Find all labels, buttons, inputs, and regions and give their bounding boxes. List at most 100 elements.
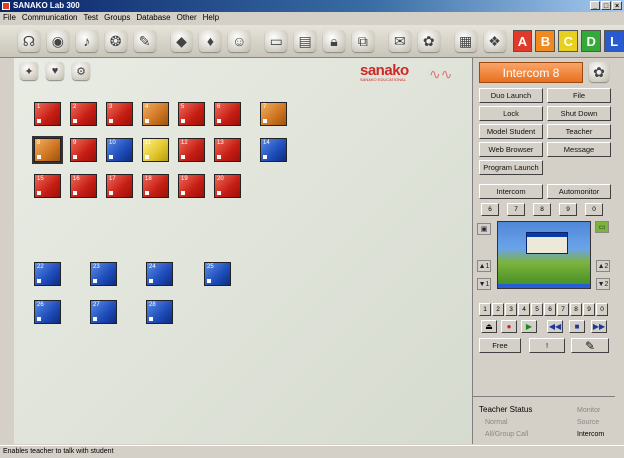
student-station-18[interactable]: 18 xyxy=(142,174,169,198)
digit-3-button[interactable]: 3 xyxy=(505,303,517,316)
paint-icon[interactable]: ✿ xyxy=(417,30,440,52)
minimize-button[interactable]: _ xyxy=(590,1,600,10)
students-icon[interactable]: ☺ xyxy=(228,30,251,52)
program-launch-button[interactable]: Program Launch xyxy=(479,160,543,175)
student-station-5[interactable]: 5 xyxy=(178,102,205,126)
shut-down-button[interactable]: Shut Down xyxy=(547,106,611,121)
group-a-button[interactable]: A xyxy=(512,30,533,52)
presentation-icon[interactable]: ▤ xyxy=(294,30,317,52)
student-station-20[interactable]: 20 xyxy=(214,174,241,198)
student-station-8[interactable]: 8 xyxy=(32,136,63,164)
group-icon[interactable]: ❖ xyxy=(483,30,506,52)
volume-down-2-button[interactable]: ▼2 xyxy=(596,278,610,290)
student-station-17[interactable]: 17 xyxy=(106,174,133,198)
pen-icon[interactable]: ✎ xyxy=(133,30,156,52)
free-button[interactable]: Free xyxy=(479,338,521,353)
channel-9-button[interactable]: 9 xyxy=(559,203,577,216)
grid-icon[interactable]: ▦ xyxy=(454,30,477,52)
student-station-4[interactable]: 4 xyxy=(142,102,169,126)
digit-7-button[interactable]: 7 xyxy=(557,303,569,316)
microphone-icon[interactable]: ♦ xyxy=(199,30,222,52)
student-station-28[interactable]: 28 xyxy=(146,300,173,324)
volume-up-1-button[interactable]: ▲1 xyxy=(477,260,491,272)
digit-6-button[interactable]: 6 xyxy=(544,303,556,316)
channel-7-button[interactable]: 7 xyxy=(507,203,525,216)
lock-button[interactable]: Lock xyxy=(479,106,543,121)
student-station-10[interactable]: 10 xyxy=(106,138,133,162)
menu-groups[interactable]: Groups xyxy=(104,12,130,24)
menu-other[interactable]: Other xyxy=(177,12,197,24)
digit-2-button[interactable]: 2 xyxy=(492,303,504,316)
digit-0-button[interactable]: 0 xyxy=(596,303,608,316)
teacher-button[interactable]: Teacher xyxy=(547,124,611,139)
maximize-button[interactable]: □ xyxy=(601,1,611,10)
heart-icon[interactable]: ♥ xyxy=(46,62,64,80)
close-button[interactable]: × xyxy=(612,1,622,10)
student-station-7[interactable]: 7 xyxy=(260,102,287,126)
stop-icon[interactable]: ■ xyxy=(569,320,585,333)
student-thumbnail-icon[interactable]: ▣ xyxy=(477,223,491,235)
menu-communication[interactable]: Communication xyxy=(22,12,78,24)
model-student-button[interactable]: Model Student xyxy=(479,124,543,139)
student-station-13[interactable]: 13 xyxy=(214,138,241,162)
broadcast-icon[interactable]: ❂ xyxy=(104,30,127,52)
menu-file[interactable]: File xyxy=(3,12,16,24)
rewind-icon[interactable]: ◀◀ xyxy=(547,320,563,333)
eraser-icon[interactable]: ◆ xyxy=(170,30,193,52)
student-station-3[interactable]: 3 xyxy=(106,102,133,126)
student-station-9[interactable]: 9 xyxy=(70,138,97,162)
group-c-button[interactable]: C xyxy=(558,30,579,52)
settings-icon[interactable]: ⚙ xyxy=(72,62,90,80)
play-icon[interactable]: ▶ xyxy=(521,320,537,333)
tab-intercom[interactable]: Intercom xyxy=(479,184,543,199)
student-station-1[interactable]: 1 xyxy=(34,102,61,126)
exclaim-button[interactable]: ! xyxy=(529,338,565,353)
duo-launch-button[interactable]: Duo Launch xyxy=(479,88,543,103)
record-icon[interactable]: ● xyxy=(501,320,517,333)
student-station-15[interactable]: 15 xyxy=(34,174,61,198)
group-d-button[interactable]: D xyxy=(581,30,602,52)
channel-8-button[interactable]: 8 xyxy=(533,203,551,216)
student-station-16[interactable]: 16 xyxy=(70,174,97,198)
channel-6-button[interactable]: 6 xyxy=(481,203,499,216)
tab-automonitor[interactable]: Automonitor xyxy=(547,184,611,199)
digit-1-button[interactable]: 1 xyxy=(479,303,491,316)
listen-icon[interactable]: ◉ xyxy=(46,30,69,52)
layout-icon[interactable]: ✦ xyxy=(20,62,38,80)
menu-test[interactable]: Test xyxy=(83,12,98,24)
lock-icon[interactable]: 🔒︎ xyxy=(323,30,345,52)
group-b-button[interactable]: B xyxy=(535,30,556,52)
group-l-button[interactable]: L xyxy=(604,30,624,52)
digit-8-button[interactable]: 8 xyxy=(570,303,582,316)
chat-icon[interactable]: ✉ xyxy=(388,30,411,52)
student-station-2[interactable]: 2 xyxy=(70,102,97,126)
network-icon[interactable]: ⧉ xyxy=(351,30,374,52)
file-button[interactable]: File xyxy=(547,88,611,103)
panel-mode-icon[interactable]: ✿ xyxy=(589,62,609,82)
digit-9-button[interactable]: 9 xyxy=(583,303,595,316)
digit-4-button[interactable]: 4 xyxy=(518,303,530,316)
student-station-11[interactable]: 11 xyxy=(142,138,169,162)
student-station-12[interactable]: 12 xyxy=(178,138,205,162)
menu-database[interactable]: Database xyxy=(136,12,170,24)
student-station-19[interactable]: 19 xyxy=(178,174,205,198)
student-station-27[interactable]: 27 xyxy=(90,300,117,324)
student-station-24[interactable]: 24 xyxy=(146,262,173,286)
message-button[interactable]: Message xyxy=(547,142,611,157)
pencil-icon[interactable]: ✎ xyxy=(571,338,609,353)
student-station-22[interactable]: 22 xyxy=(34,262,61,286)
channel-0-button[interactable]: 0 xyxy=(585,203,603,216)
student-station-26[interactable]: 26 xyxy=(34,300,61,324)
volume-down-1-button[interactable]: ▼1 xyxy=(477,278,491,290)
volume-up-2-button[interactable]: ▲2 xyxy=(596,260,610,272)
speaker-icon[interactable]: ♪ xyxy=(75,30,98,52)
desktop-thumbnail-icon[interactable]: ▭ xyxy=(595,221,609,233)
headset-icon[interactable]: ☊ xyxy=(18,30,40,52)
monitor-icon[interactable]: ▭ xyxy=(265,30,288,52)
student-station-25[interactable]: 25 xyxy=(204,262,231,286)
digit-5-button[interactable]: 5 xyxy=(531,303,543,316)
student-station-14[interactable]: 14 xyxy=(260,138,287,162)
menu-help[interactable]: Help xyxy=(203,12,219,24)
student-station-23[interactable]: 23 xyxy=(90,262,117,286)
web-browser-button[interactable]: Web Browser xyxy=(479,142,543,157)
